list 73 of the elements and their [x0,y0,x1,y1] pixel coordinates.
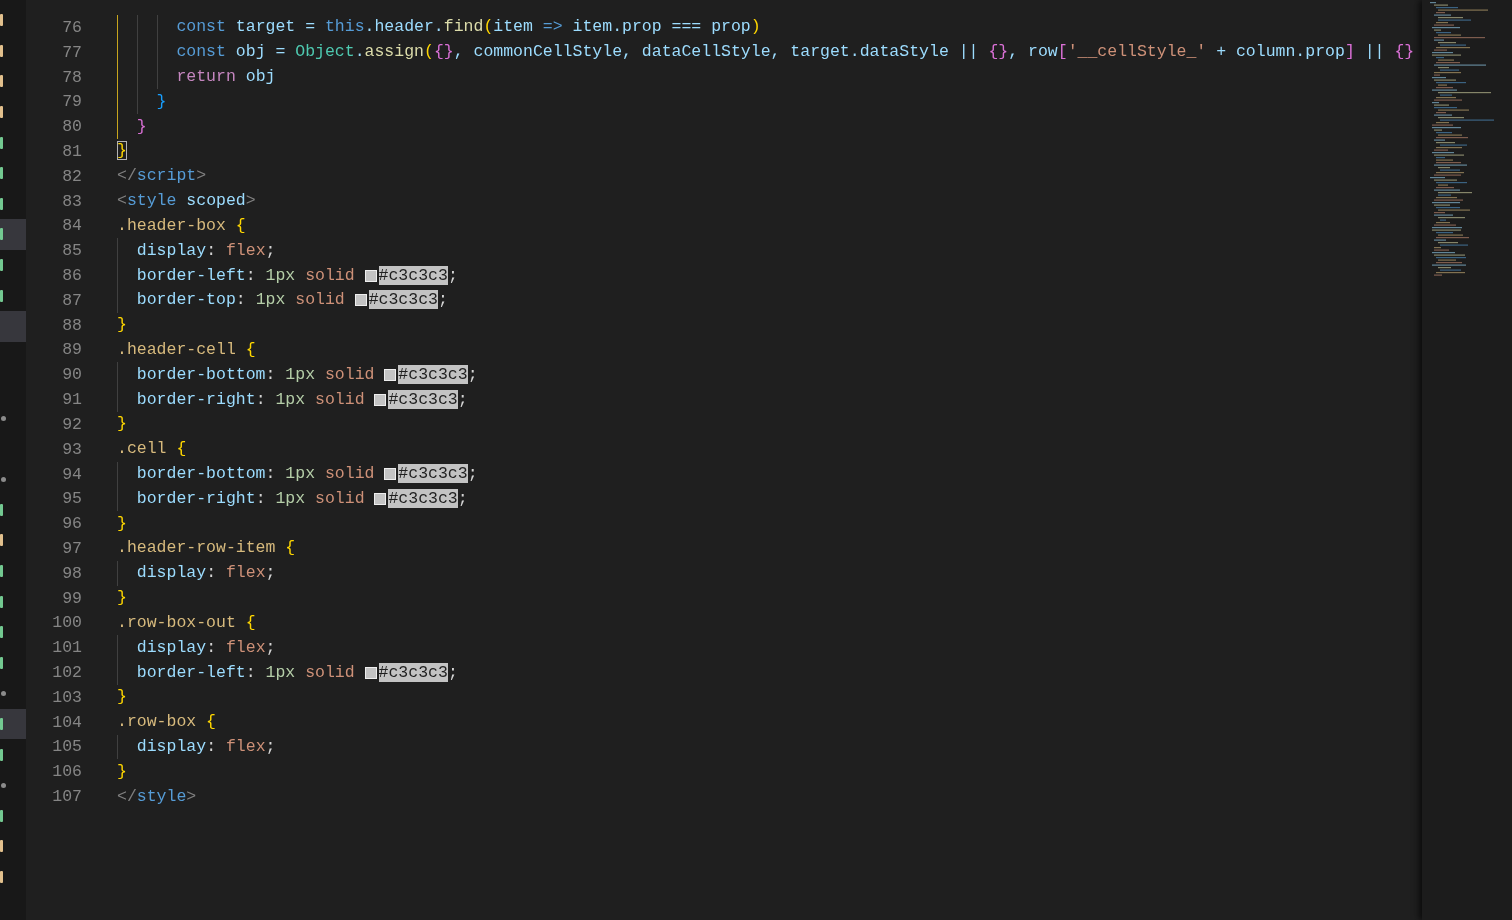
line-number: 92 [61,414,82,434]
file-row[interactable] [0,708,26,740]
color-swatch-icon[interactable] [364,269,377,282]
line-number: 94 [61,464,82,484]
color-swatch-icon[interactable] [364,666,377,679]
code-text: border-left: 1px solid [135,662,356,683]
code-text: .row-box-out { [117,612,256,633]
line-number: 103 [51,687,82,707]
line-number: 102 [51,663,82,683]
code-text: } [117,588,127,609]
line-number: 89 [61,340,82,360]
code-text: .header-cell { [117,339,256,360]
code-text: } [155,91,167,112]
line-number: 106 [51,762,82,782]
line-number: 101 [51,638,82,658]
code-text: display: flex; [135,240,276,261]
line-number: 98 [61,563,82,583]
code-text: } [135,116,147,137]
line-number: 99 [61,588,82,608]
line-number: 96 [61,514,82,534]
line-number: 91 [61,390,82,410]
line-number: 105 [51,737,82,757]
color-swatch-icon[interactable] [354,294,367,307]
line-number: 86 [61,266,82,286]
color-swatch-icon[interactable] [374,492,387,505]
line-number: 79 [61,92,82,112]
line-number: 76 [61,17,82,37]
line-number: 90 [61,365,82,385]
color-swatch-icon[interactable] [384,468,397,481]
code-text: } [117,414,127,435]
code-text: } [117,687,127,708]
code-text: const target = this.header.find(item => item.prop === prop) [175,17,761,38]
code-text: display: flex; [135,637,276,658]
line-number: 81 [61,141,82,161]
line-number: 80 [61,117,82,137]
line-number: 85 [61,241,82,261]
code-text: border-top: 1px solid [135,290,346,311]
code-text: </script> [117,166,207,187]
code-text: .header-row-item { [117,538,296,559]
line-number: 107 [51,787,82,807]
code-text: border-bottom: 1px solid [135,364,376,385]
line-number: 78 [61,67,82,87]
code-text: return obj [175,67,276,88]
line-number: 88 [61,315,82,335]
code-text: border-right: 1px solid [135,389,366,410]
code-text: border-right: 1px solid [135,488,366,509]
code-text: } [117,761,127,782]
line-number: 82 [61,166,82,186]
code-text: border-bottom: 1px solid [135,464,376,485]
line-number: 93 [61,439,82,459]
line-number: 100 [51,613,82,633]
code-text: } [117,141,127,162]
line-number: 83 [61,191,82,211]
file-row[interactable] [0,219,26,250]
code-text: display: flex; [135,563,276,584]
code-text: .header-box { [117,215,246,236]
code-text: } [117,513,127,534]
color-swatch-icon[interactable] [374,393,387,406]
code-text: } [117,315,127,336]
code-text: const obj = Object.assign({}, commonCellStyle, dataCellStyle, target.dataStyle || {}, row['__cellStyle_' + column.prop] || {} [175,42,1415,63]
code-text: border-left: 1px solid [135,265,356,286]
code-text: .cell { [117,439,187,460]
code-text: display: flex; [135,736,276,757]
color-swatch-icon[interactable] [384,368,397,381]
code-text: </style> [117,786,197,807]
code-text: <style scoped> [117,191,256,212]
line-number: 104 [51,712,82,732]
line-number: 95 [61,489,82,509]
line-number: 84 [61,216,82,236]
line-number: 77 [61,42,82,62]
line-number: 87 [61,290,82,310]
code-text: .row-box { [117,712,217,733]
line-number: 97 [61,538,82,558]
